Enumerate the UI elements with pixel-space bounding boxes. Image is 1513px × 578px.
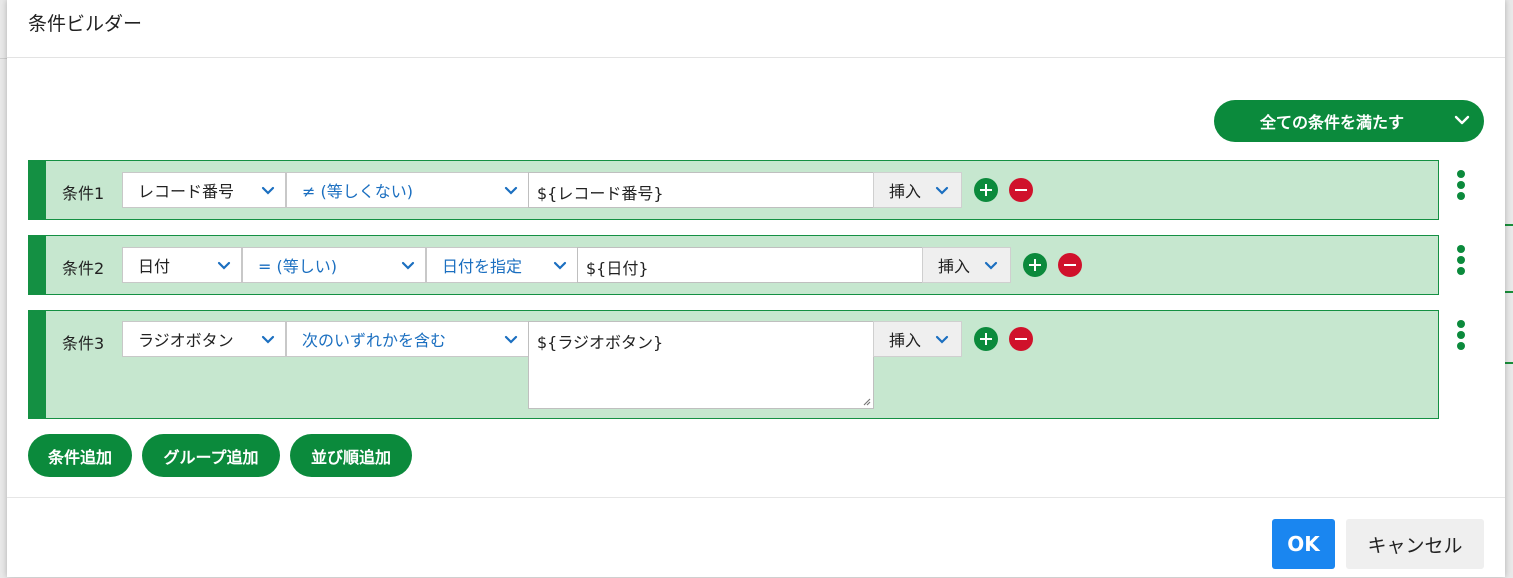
kebab-menu-icon[interactable] <box>1456 170 1466 200</box>
add-condition-icon[interactable] <box>974 327 998 351</box>
operator-select-value: ≠ (等しくない) <box>302 182 413 201</box>
add-sort-button[interactable]: 並び順追加 <box>290 434 412 477</box>
condition-builder-dialog: 条件ビルダー 全ての条件を満たす 条件1 レコード番号 ≠ (等しくない) ${… <box>7 0 1505 577</box>
date-mode-select[interactable]: 日付を指定 <box>426 247 578 283</box>
operator-select[interactable]: 次のいずれかを含む <box>286 321 529 357</box>
condition-row-3: 条件3 ラジオボタン 次のいずれかを含む ${ラジオボタン} 挿入 <box>28 310 1439 419</box>
remove-condition-icon[interactable] <box>1058 253 1082 277</box>
field-select-value: レコード番号 <box>138 182 235 201</box>
remove-condition-icon[interactable] <box>1009 178 1033 202</box>
field-select-value: 日付 <box>138 257 171 276</box>
dialog-title: 条件ビルダー <box>28 13 143 35</box>
condition-label: 条件1 <box>62 184 105 203</box>
operator-select[interactable]: = (等しい) <box>242 247 426 283</box>
dialog-header: 条件ビルダー <box>7 0 1505 58</box>
add-condition-button[interactable]: 条件追加 <box>28 434 132 477</box>
condition-row-2: 条件2 日付 = (等しい) 日付を指定 ${日付} 挿入 <box>28 235 1439 295</box>
kebab-menu-icon[interactable] <box>1456 245 1466 275</box>
value-input[interactable]: ${レコード番号} <box>528 172 874 208</box>
operator-select-value: 次のいずれかを含む <box>302 331 447 350</box>
chevron-down-icon <box>504 186 518 195</box>
background-accent <box>1505 224 1513 226</box>
match-mode-dropdown[interactable]: 全ての条件を満たす <box>1214 100 1484 142</box>
date-mode-select-value: 日付を指定 <box>442 257 523 276</box>
match-mode-label: 全ての条件を満たす <box>1260 113 1405 132</box>
add-condition-icon[interactable] <box>974 178 998 202</box>
insert-label: 挿入 <box>889 182 922 201</box>
background-divider <box>0 58 7 59</box>
chevron-down-icon <box>504 335 518 344</box>
add-group-button[interactable]: グループ追加 <box>142 434 280 477</box>
condition-row-1: 条件1 レコード番号 ≠ (等しくない) ${レコード番号} 挿入 <box>28 160 1439 220</box>
insert-dropdown[interactable]: 挿入 <box>873 321 962 357</box>
field-select[interactable]: ラジオボタン <box>122 321 286 357</box>
ok-button[interactable]: OK <box>1272 519 1335 569</box>
background-accent <box>1505 291 1513 293</box>
condition-label: 条件3 <box>62 334 105 353</box>
chevron-down-icon <box>935 186 949 195</box>
chevron-down-icon <box>1454 115 1470 125</box>
chevron-down-icon <box>261 186 275 195</box>
chevron-down-icon <box>553 261 567 270</box>
field-select-value: ラジオボタン <box>138 331 234 350</box>
condition-label: 条件2 <box>62 259 105 278</box>
chevron-down-icon <box>217 261 231 270</box>
insert-label: 挿入 <box>938 257 971 276</box>
cancel-button[interactable]: キャンセル <box>1346 519 1484 569</box>
insert-dropdown[interactable]: 挿入 <box>873 172 962 208</box>
field-select[interactable]: レコード番号 <box>122 172 286 208</box>
value-input[interactable]: ${日付} <box>577 247 923 283</box>
insert-dropdown[interactable]: 挿入 <box>922 247 1011 283</box>
add-condition-icon[interactable] <box>1023 253 1047 277</box>
field-select[interactable]: 日付 <box>122 247 242 283</box>
resize-grip-icon[interactable] <box>861 396 871 406</box>
chevron-down-icon <box>984 261 998 270</box>
operator-select-value: = (等しい) <box>258 257 337 276</box>
chevron-down-icon <box>261 335 275 344</box>
kebab-menu-icon[interactable] <box>1456 320 1466 350</box>
value-input-text: ${日付} <box>586 259 649 278</box>
value-textarea-text: ${ラジオボタン} <box>537 333 664 352</box>
background-accent <box>1505 362 1513 364</box>
operator-select[interactable]: ≠ (等しくない) <box>286 172 529 208</box>
value-input-text: ${レコード番号} <box>537 184 664 203</box>
value-textarea[interactable]: ${ラジオボタン} <box>528 321 874 409</box>
insert-label: 挿入 <box>889 331 922 350</box>
dialog-footer: OK キャンセル <box>7 497 1505 578</box>
chevron-down-icon <box>401 261 415 270</box>
remove-condition-icon[interactable] <box>1009 327 1033 351</box>
chevron-down-icon <box>935 335 949 344</box>
